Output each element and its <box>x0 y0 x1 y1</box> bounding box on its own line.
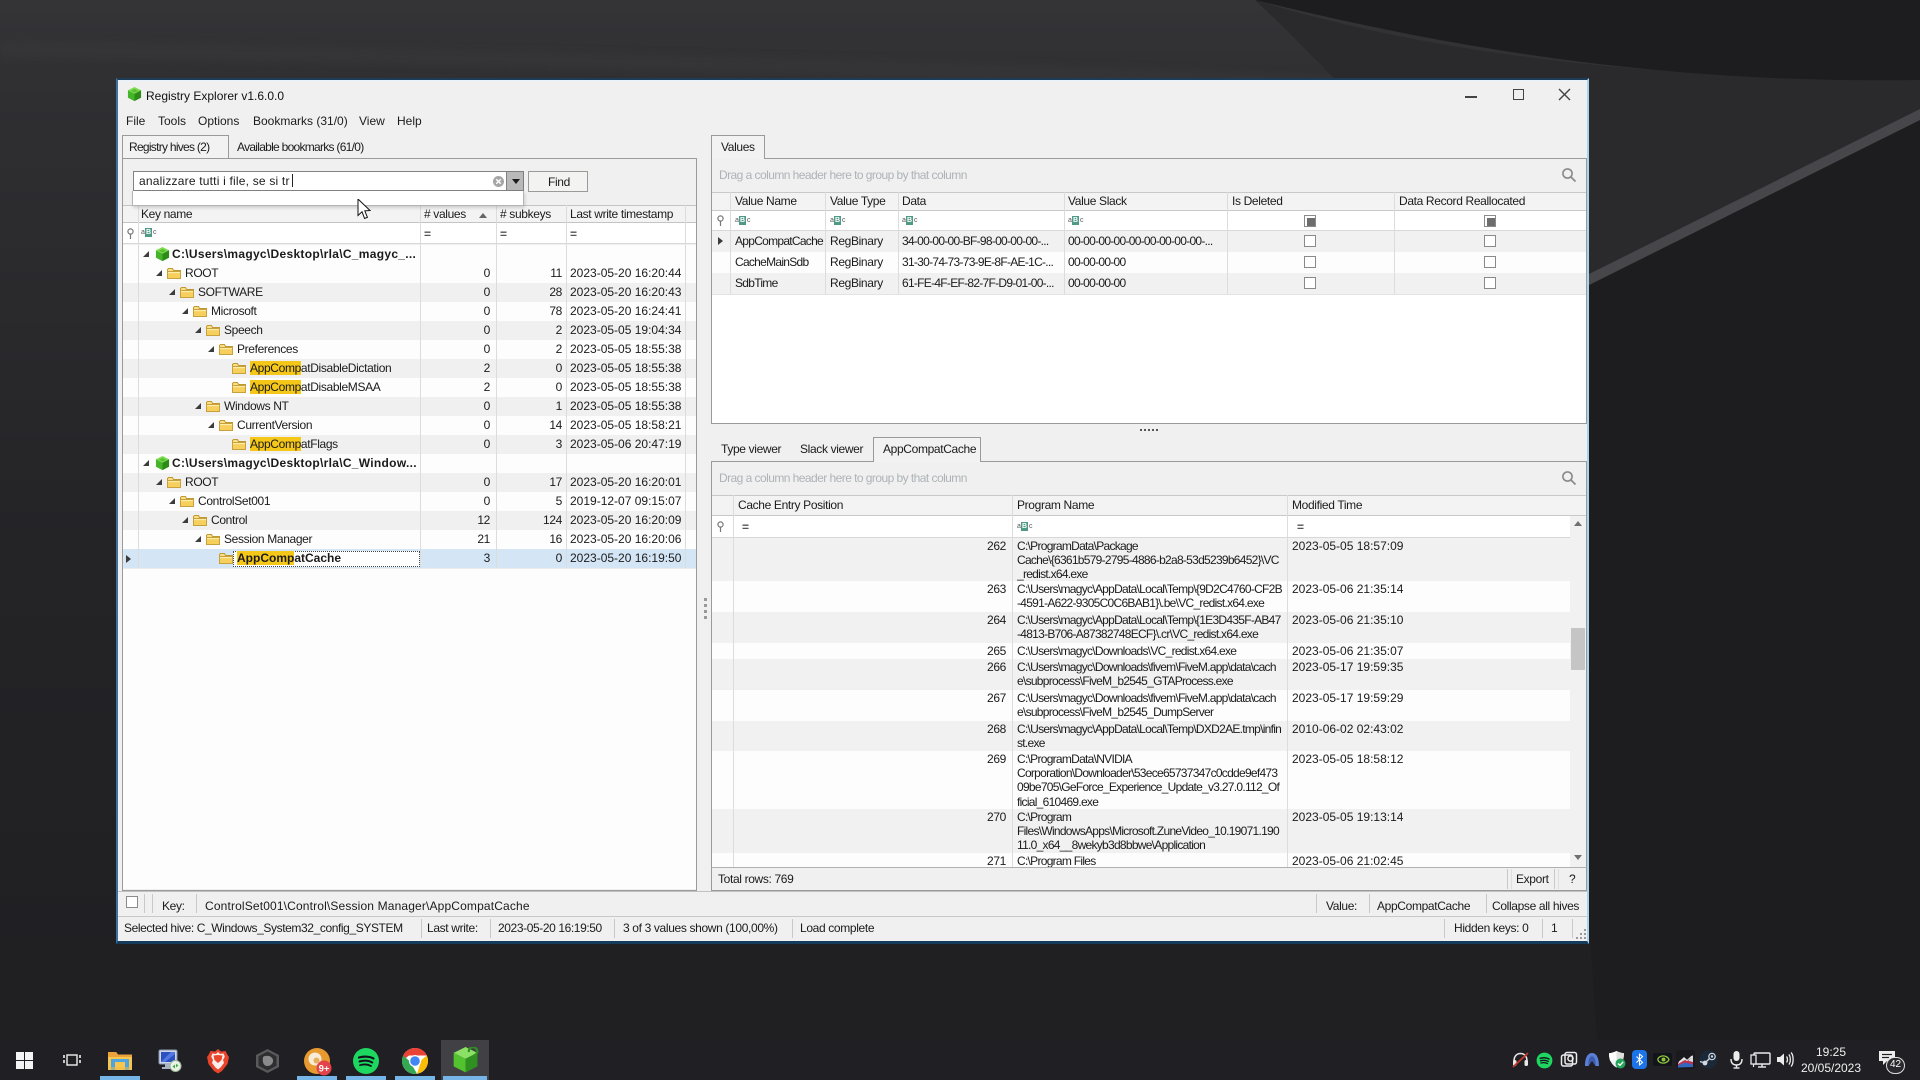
svg-text:9+: 9+ <box>319 1064 330 1075</box>
